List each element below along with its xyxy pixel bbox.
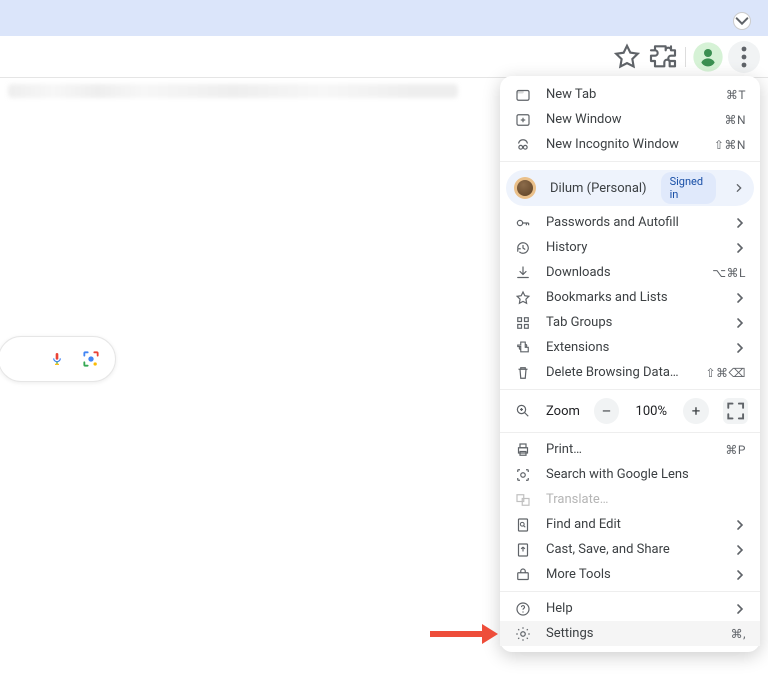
search-bar[interactable] <box>0 336 116 382</box>
menu-item-help[interactable]: Help <box>500 596 760 621</box>
menu-label: More Tools <box>546 567 720 582</box>
bookmark-star-icon[interactable] <box>611 41 643 73</box>
profile-avatar-icon[interactable] <box>692 41 724 73</box>
tab-dropdown-button[interactable] <box>733 12 751 30</box>
menu-label: Tab Groups <box>546 315 720 330</box>
extensions-puzzle-icon[interactable] <box>647 41 679 73</box>
menu-item-tab-groups[interactable]: Tab Groups <box>500 310 760 335</box>
menu-label: Print… <box>546 442 711 457</box>
menu-item-bookmarks[interactable]: Bookmarks and Lists <box>500 285 760 310</box>
menu-label: Extensions <box>546 340 720 355</box>
help-icon <box>514 600 532 618</box>
menu-shortcut: ⌘T <box>726 88 746 102</box>
menu-item-cast-save-share[interactable]: Cast, Save, and Share <box>500 537 760 562</box>
menu-shortcut: ⌘, <box>731 627 746 641</box>
star-icon <box>514 289 532 307</box>
menu-label: Help <box>546 601 720 616</box>
chevron-right-icon <box>734 292 746 304</box>
chevron-right-icon <box>734 342 746 354</box>
chevron-right-icon <box>734 544 746 556</box>
key-icon <box>514 214 532 232</box>
lens-icon <box>514 466 532 484</box>
fullscreen-button[interactable] <box>723 398 748 424</box>
menu-item-more-tools[interactable]: More Tools <box>500 562 760 587</box>
menu-item-downloads[interactable]: Downloads ⌥⌘L <box>500 260 760 285</box>
puzzle-icon <box>514 339 532 357</box>
menu-item-new-tab[interactable]: New Tab ⌘T <box>500 82 760 107</box>
menu-item-profile[interactable]: Dilum (Personal) Signed in <box>506 170 754 206</box>
annotation-arrow <box>430 624 498 644</box>
menu-item-history[interactable]: History <box>500 235 760 260</box>
gear-icon <box>514 625 532 643</box>
overflow-menu-button[interactable] <box>728 41 760 73</box>
menu-item-passwords[interactable]: Passwords and Autofill <box>500 210 760 235</box>
zoom-in-button[interactable]: + <box>683 398 708 424</box>
menu-label: Cast, Save, and Share <box>546 542 720 557</box>
menu-zoom-row: Zoom – 100% + <box>500 394 760 428</box>
zoom-out-button[interactable]: – <box>594 398 619 424</box>
download-icon <box>514 264 532 282</box>
menu-item-translate: Translate… <box>500 487 760 512</box>
menu-item-settings[interactable]: Settings ⌘, <box>500 621 760 646</box>
chevron-right-icon <box>734 519 746 531</box>
google-lens-icon[interactable] <box>81 349 101 369</box>
document-search-icon <box>514 516 532 534</box>
chevron-right-icon <box>734 242 746 254</box>
profile-name: Dilum (Personal) <box>550 181 647 196</box>
menu-label: Settings <box>546 626 717 641</box>
menu-item-delete-browsing-data[interactable]: Delete Browsing Data… ⇧⌘⌫ <box>500 360 760 385</box>
new-window-icon <box>514 111 532 129</box>
avatar <box>514 177 536 199</box>
zoom-icon <box>514 402 532 420</box>
incognito-icon <box>514 136 532 154</box>
zoom-value: 100% <box>633 404 669 419</box>
menu-label: New Tab <box>546 87 712 102</box>
chevron-right-icon <box>734 182 744 194</box>
menu-shortcut: ⌘P <box>725 443 746 457</box>
menu-item-new-incognito[interactable]: New Incognito Window ⇧⌘N <box>500 132 760 157</box>
new-tab-icon <box>514 86 532 104</box>
zoom-label: Zoom <box>546 404 580 419</box>
menu-item-extensions[interactable]: Extensions <box>500 335 760 360</box>
toolbar-separator <box>685 47 686 67</box>
menu-shortcut: ⇧⌘N <box>714 138 746 152</box>
tab-strip <box>0 0 768 36</box>
menu-shortcut: ⌘N <box>724 113 746 127</box>
menu-label: History <box>546 240 720 255</box>
menu-shortcut: ⌥⌘L <box>712 266 746 280</box>
menu-label: Passwords and Autofill <box>546 215 720 230</box>
grid-icon <box>514 314 532 332</box>
menu-item-new-window[interactable]: New Window ⌘N <box>500 107 760 132</box>
menu-item-print[interactable]: Print… ⌘P <box>500 437 760 462</box>
trash-icon <box>514 364 532 382</box>
chevron-right-icon <box>734 603 746 615</box>
chevron-right-icon <box>734 217 746 229</box>
toolbar <box>0 36 768 78</box>
signed-in-badge: Signed in <box>661 172 716 204</box>
menu-label: Find and Edit <box>546 517 720 532</box>
history-icon <box>514 239 532 257</box>
chevron-right-icon <box>734 569 746 581</box>
print-icon <box>514 441 532 459</box>
menu-shortcut: ⇧⌘⌫ <box>705 366 746 380</box>
menu-label: Search with Google Lens <box>546 467 746 482</box>
translate-icon <box>514 491 532 509</box>
toolbox-icon <box>514 566 532 584</box>
menu-label: Downloads <box>546 265 698 280</box>
chrome-overflow-menu: New Tab ⌘T New Window ⌘N New Incognito W… <box>500 76 760 652</box>
share-icon <box>514 541 532 559</box>
chevron-right-icon <box>734 317 746 329</box>
menu-label: New Incognito Window <box>546 137 700 152</box>
menu-label: Translate… <box>546 492 746 507</box>
voice-search-icon[interactable] <box>49 349 65 369</box>
redacted-url <box>8 84 458 98</box>
menu-label: Delete Browsing Data… <box>546 365 691 380</box>
menu-item-find-edit[interactable]: Find and Edit <box>500 512 760 537</box>
menu-label: Bookmarks and Lists <box>546 290 720 305</box>
menu-item-google-lens[interactable]: Search with Google Lens <box>500 462 760 487</box>
menu-label: New Window <box>546 112 710 127</box>
